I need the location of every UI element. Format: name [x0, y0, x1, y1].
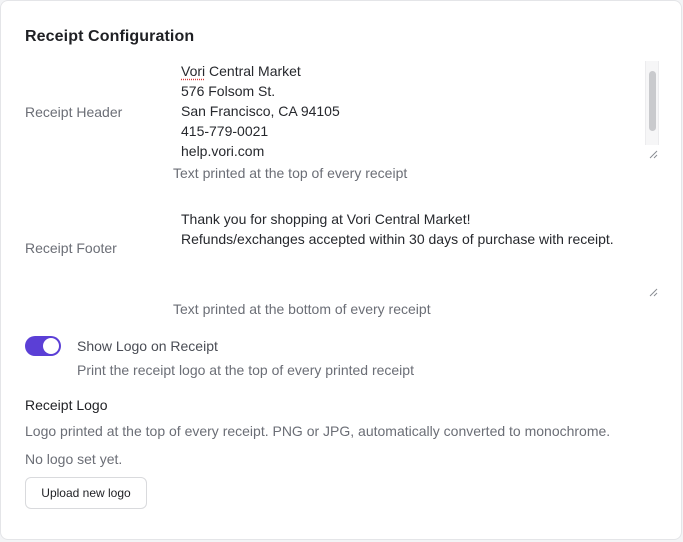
- spellcheck-word: Vori: [181, 63, 206, 79]
- page-title: Receipt Configuration: [25, 28, 195, 45]
- receipt-header-help: Text printed at the top of every receipt: [173, 165, 408, 181]
- show-logo-toggle-help: Print the receipt logo at the top of eve…: [77, 362, 414, 378]
- receipt-footer-textarea[interactable]: Thank you for shopping at Vori Central M…: [173, 201, 661, 297]
- receipt-header-line: 415-779-0021: [181, 123, 269, 139]
- resize-handle-icon[interactable]: [645, 145, 659, 159]
- receipt-header-scrollbar[interactable]: [645, 61, 659, 145]
- receipt-footer-line: Thank you for shopping at Vori Central M…: [181, 211, 471, 227]
- receipt-header-line: 576 Folsom St.: [181, 83, 276, 99]
- receipt-logo-empty-state: No logo set yet.: [25, 451, 123, 467]
- receipt-header-line: help.vori.com: [181, 143, 265, 159]
- receipt-footer-help: Text printed at the bottom of every rece…: [173, 301, 431, 317]
- scroll-thumb[interactable]: [649, 71, 656, 131]
- receipt-footer-line: Refunds/exchanges accepted within 30 day…: [181, 231, 614, 247]
- receipt-header-line-rest: Central Market: [205, 63, 301, 79]
- show-logo-toggle-label: Show Logo on Receipt: [77, 338, 218, 354]
- receipt-header-label: Receipt Header: [25, 104, 123, 120]
- receipt-header-line: San Francisco, CA 94105: [181, 103, 340, 119]
- resize-handle-icon[interactable]: [645, 283, 659, 297]
- receipt-header-line: Vori Central Market: [181, 61, 641, 81]
- receipt-logo-title: Receipt Logo: [25, 397, 108, 413]
- toggle-knob: [43, 338, 59, 354]
- show-logo-toggle[interactable]: [25, 336, 61, 356]
- receipt-logo-help: Logo printed at the top of every receipt…: [25, 423, 611, 439]
- upload-logo-button[interactable]: Upload new logo: [25, 477, 147, 509]
- receipt-configuration-card: Receipt Configuration Receipt Header Vor…: [0, 0, 682, 540]
- receipt-footer-label: Receipt Footer: [25, 240, 117, 256]
- receipt-header-textarea[interactable]: Vori Central Market 576 Folsom St. San F…: [173, 61, 661, 159]
